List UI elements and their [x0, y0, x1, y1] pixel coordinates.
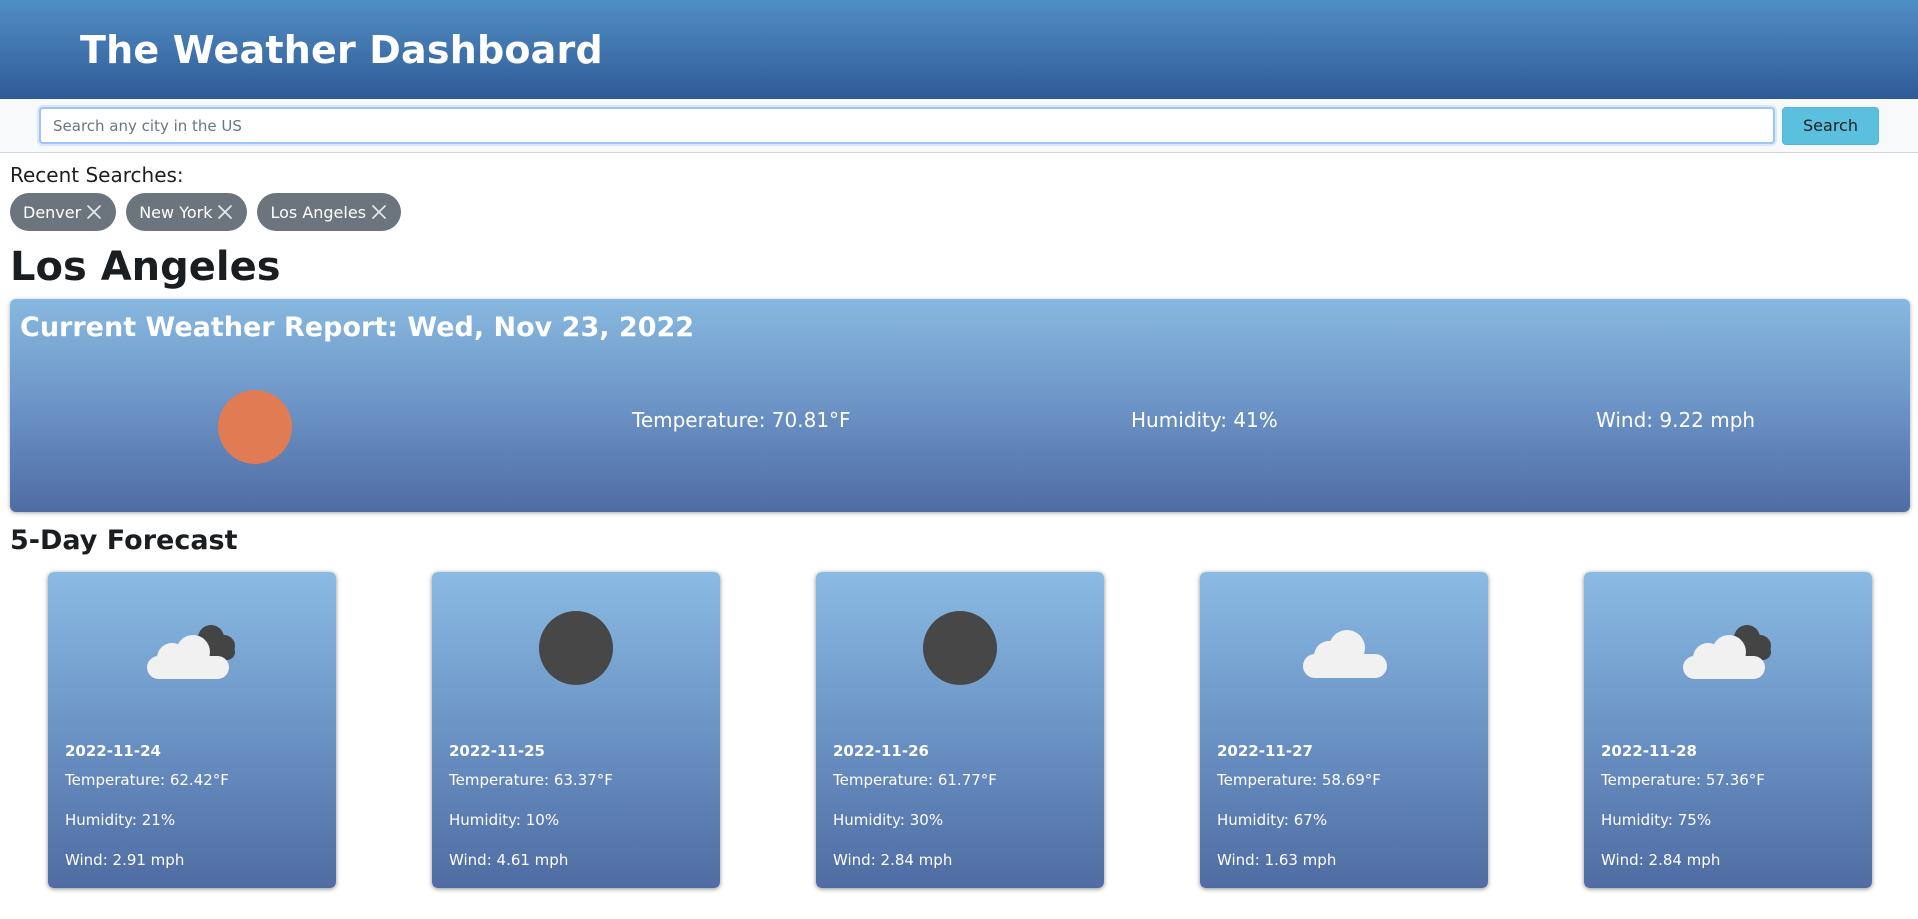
close-icon[interactable]	[216, 203, 234, 221]
recent-search-chip[interactable]: Los Angeles	[257, 193, 402, 231]
forecast-date: 2022-11-28	[1601, 742, 1697, 760]
cloud-icon	[1303, 630, 1387, 678]
forecast-date: 2022-11-26	[833, 742, 929, 760]
current-wind: Wind: 9.22 mph	[1596, 408, 1756, 432]
recent-search-label: Denver	[23, 202, 82, 222]
recent-searches-list: Denver New York Los Angeles	[10, 193, 402, 231]
cloudy-icon	[147, 625, 235, 679]
current-temperature: Temperature: 70.81°F	[632, 408, 851, 432]
recent-searches-title: Recent Searches:	[10, 163, 184, 187]
page-header: The Weather Dashboard	[0, 0, 1918, 99]
clear-night-icon	[539, 611, 613, 685]
forecast-wind: Wind: 2.84 mph	[1601, 851, 1721, 869]
search-bar: Search	[0, 99, 1918, 153]
recent-search-chip[interactable]: New York	[126, 193, 248, 231]
page-title: The Weather Dashboard	[80, 27, 603, 72]
forecast-wind: Wind: 2.84 mph	[833, 851, 953, 869]
forecast-title: 5-Day Forecast	[10, 525, 238, 556]
recent-search-label: New York	[139, 202, 213, 222]
forecast-humidity: Humidity: 30%	[833, 811, 944, 829]
search-button[interactable]: Search	[1782, 106, 1879, 145]
current-weather-title: Current Weather Report: Wed, Nov 23, 202…	[20, 312, 695, 343]
forecast-humidity: Humidity: 75%	[1601, 811, 1712, 829]
forecast-card: 2022-11-27 Temperature: 58.69°F Humidity…	[1200, 572, 1488, 888]
forecast-wind: Wind: 1.63 mph	[1217, 851, 1337, 869]
sun-icon	[218, 390, 292, 464]
forecast-card: 2022-11-28 Temperature: 57.36°F Humidity…	[1584, 572, 1872, 888]
forecast-temperature: Temperature: 62.42°F	[65, 771, 229, 789]
close-icon[interactable]	[85, 203, 103, 221]
forecast-humidity: Humidity: 67%	[1217, 811, 1328, 829]
forecast-date: 2022-11-27	[1217, 742, 1313, 760]
city-name: Los Angeles	[10, 244, 281, 290]
forecast-temperature: Temperature: 58.69°F	[1217, 771, 1381, 789]
forecast-card: 2022-11-24 Temperature: 62.42°F Humidity…	[48, 572, 336, 888]
forecast-card: 2022-11-25 Temperature: 63.37°F Humidity…	[432, 572, 720, 888]
current-humidity: Humidity: 41%	[1131, 408, 1278, 432]
recent-search-label: Los Angeles	[270, 202, 367, 222]
forecast-temperature: Temperature: 57.36°F	[1601, 771, 1765, 789]
forecast-date: 2022-11-25	[449, 742, 545, 760]
forecast-humidity: Humidity: 10%	[449, 811, 560, 829]
current-weather-card: Current Weather Report: Wed, Nov 23, 202…	[10, 299, 1910, 512]
cloudy-icon	[1683, 625, 1771, 679]
forecast-temperature: Temperature: 63.37°F	[449, 771, 613, 789]
search-input[interactable]	[39, 107, 1775, 144]
recent-search-chip[interactable]: Denver	[10, 193, 117, 231]
forecast-wind: Wind: 2.91 mph	[65, 851, 185, 869]
clear-night-icon	[923, 611, 997, 685]
forecast-date: 2022-11-24	[65, 742, 161, 760]
forecast-humidity: Humidity: 21%	[65, 811, 176, 829]
close-icon[interactable]	[370, 203, 388, 221]
forecast-wind: Wind: 4.61 mph	[449, 851, 569, 869]
forecast-temperature: Temperature: 61.77°F	[833, 771, 997, 789]
forecast-card: 2022-11-26 Temperature: 61.77°F Humidity…	[816, 572, 1104, 888]
